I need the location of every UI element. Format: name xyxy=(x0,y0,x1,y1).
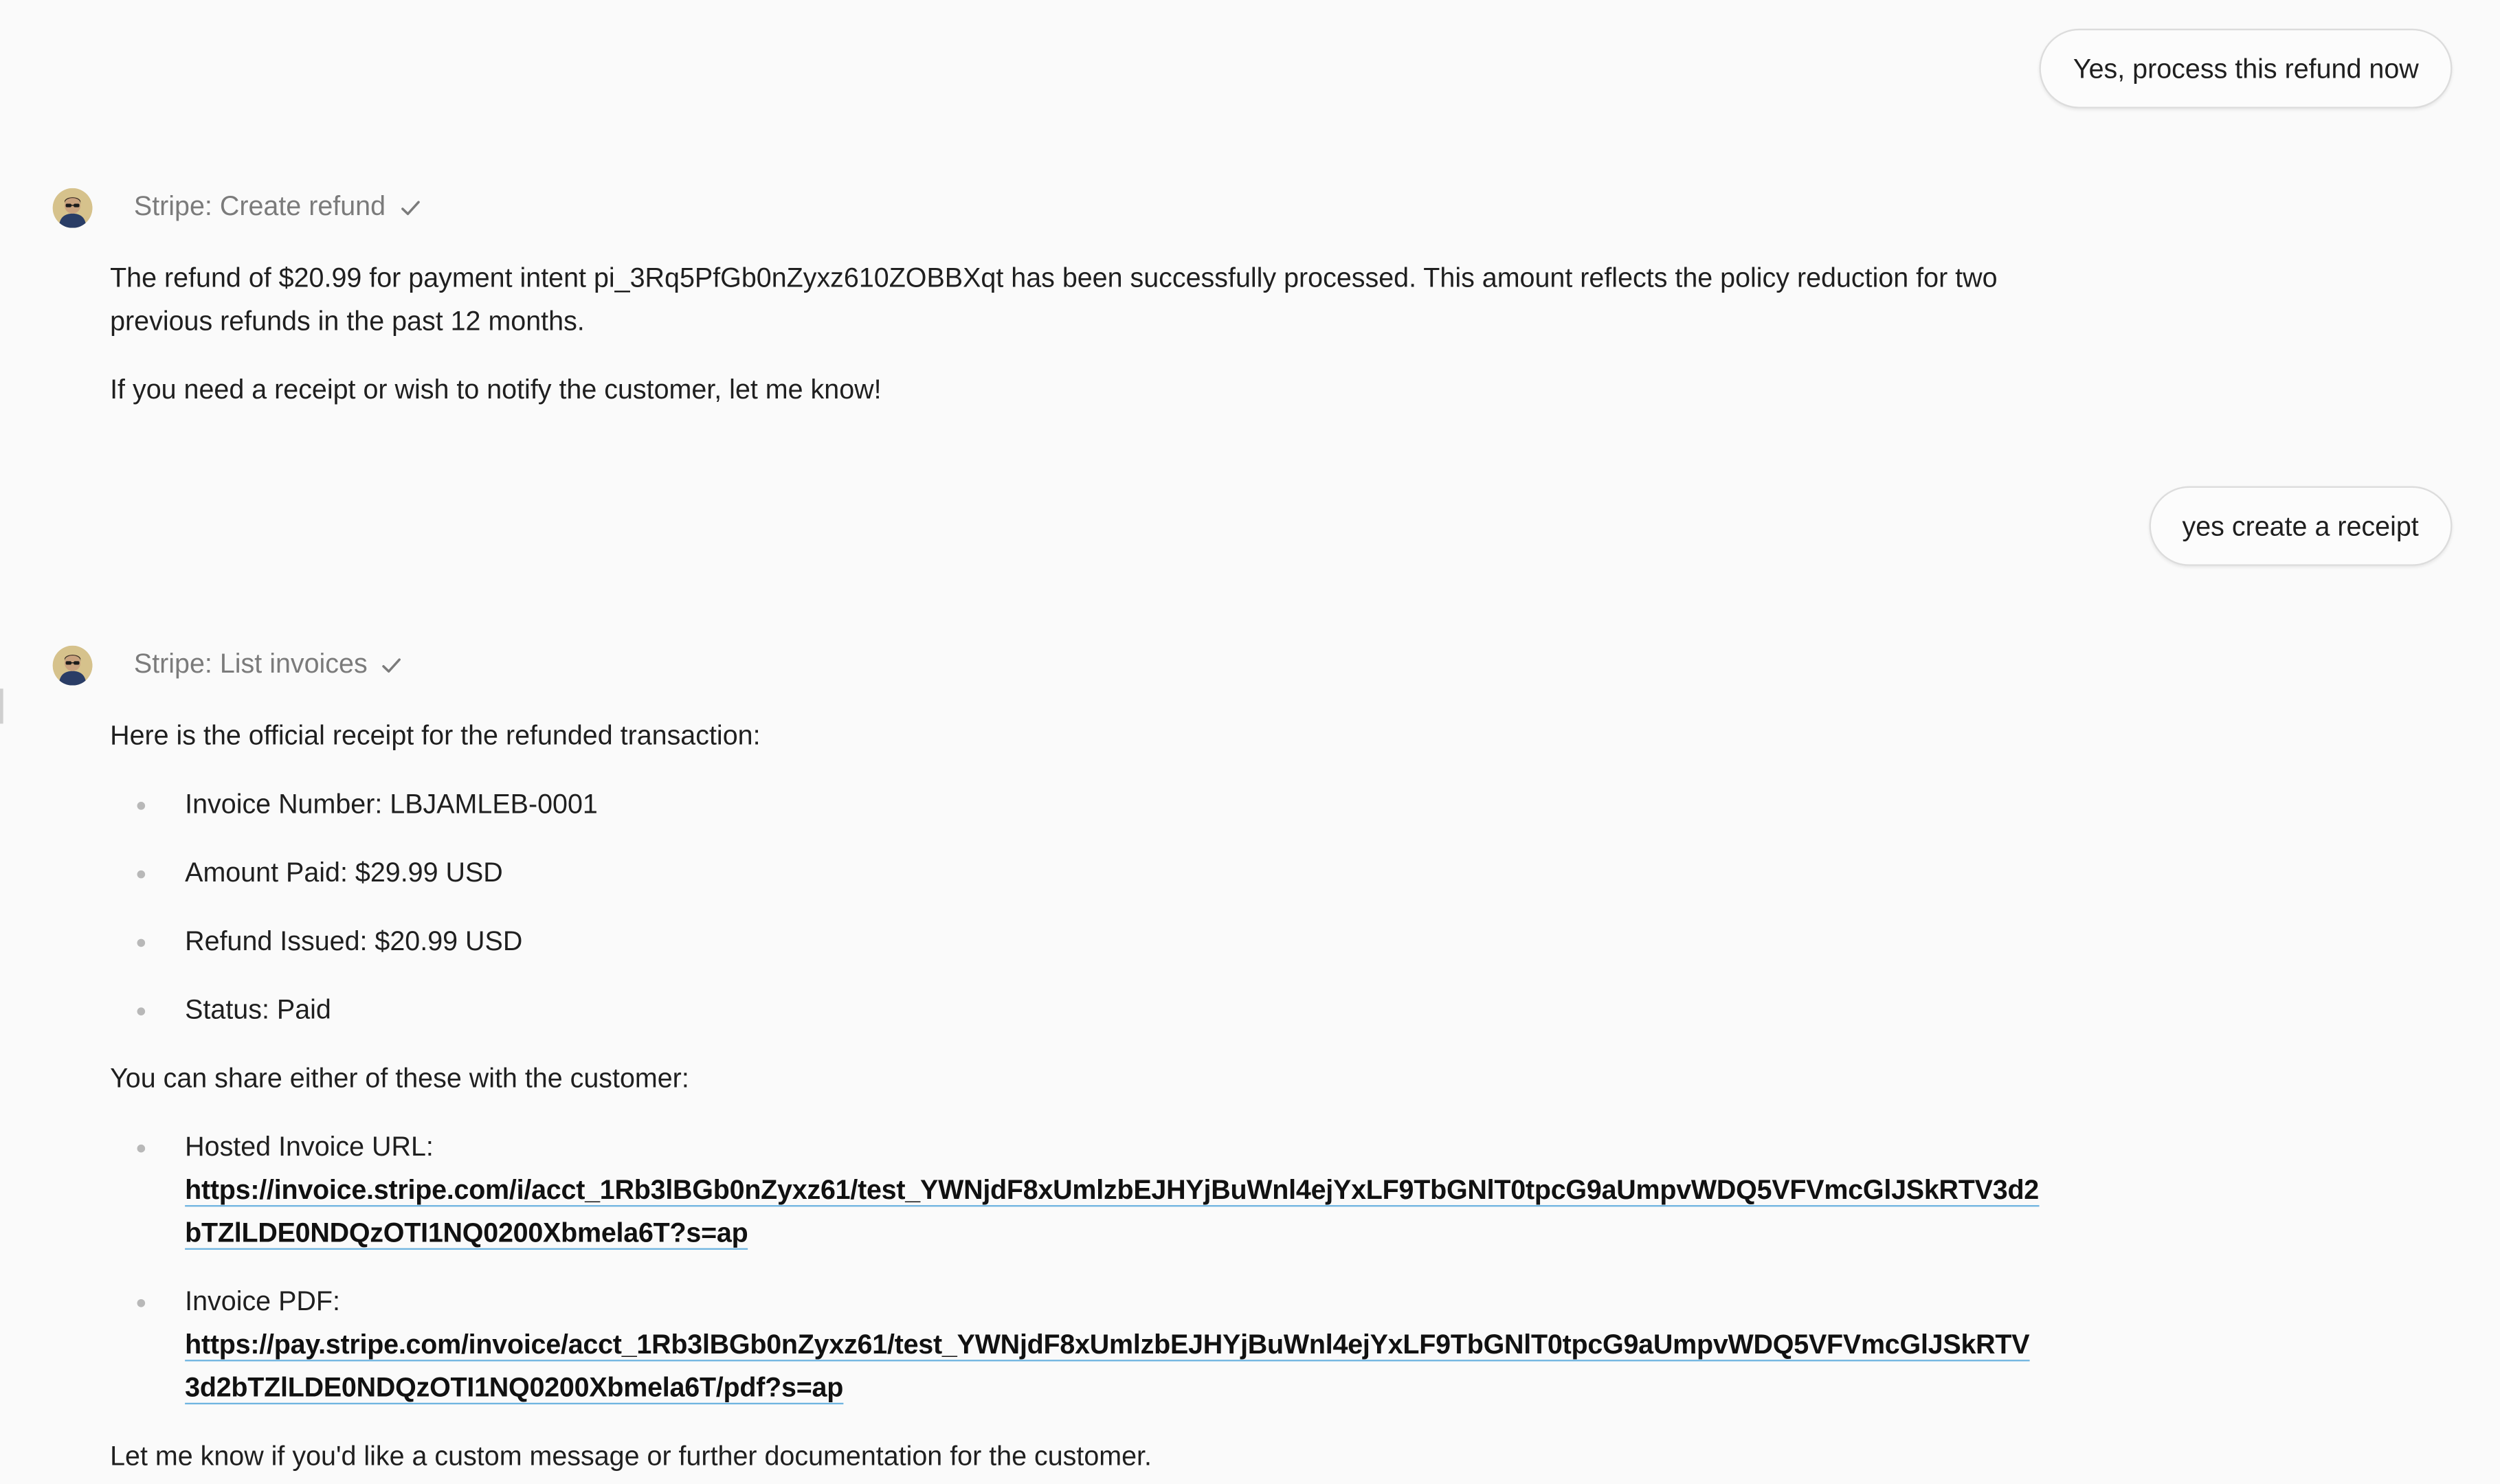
assistant-message: The refund of $20.99 for payment intent … xyxy=(110,257,2039,412)
user-message-text: yes create a receipt xyxy=(2182,511,2419,542)
bullet-icon xyxy=(137,870,146,879)
list-item: Invoice PDF: https://pay.stripe.com/invo… xyxy=(110,1280,2039,1409)
assistant-message: Here is the official receipt for the ref… xyxy=(110,714,2039,1477)
tool-call-header[interactable]: Stripe: Create refund xyxy=(52,186,421,227)
tool-call-header[interactable]: Stripe: List invoices xyxy=(52,644,403,685)
assistant-paragraph: If you need a receipt or wish to notify … xyxy=(110,374,882,405)
scrollbar-thumb[interactable] xyxy=(0,688,3,724)
bullet-icon xyxy=(137,1007,146,1015)
receipt-intro: Here is the official receipt for the ref… xyxy=(110,720,761,751)
link-label: Invoice PDF: xyxy=(185,1286,340,1317)
check-icon xyxy=(400,199,421,216)
user-message-bubble: Yes, process this refund now xyxy=(2040,28,2453,109)
receipt-status: Status: Paid xyxy=(185,994,331,1025)
assistant-avatar xyxy=(52,187,93,227)
receipt-details-list: Invoice Number: LBJAMLEB-0001 Amount Pai… xyxy=(110,783,2039,1031)
bullet-icon xyxy=(137,1298,146,1307)
share-links-list: Hosted Invoice URL: https://invoice.stri… xyxy=(110,1125,2039,1409)
bullet-icon xyxy=(137,802,146,810)
invoice-pdf-link[interactable]: https://pay.stripe.com/invoice/acct_1Rb3… xyxy=(185,1329,2030,1405)
list-item: Refund Issued: $20.99 USD xyxy=(110,920,2039,963)
user-message-text: Yes, process this refund now xyxy=(2073,54,2419,85)
closing-paragraph: Let me know if you'd like a custom messa… xyxy=(110,1441,1152,1472)
tool-call-label: Stripe: Create refund xyxy=(133,191,386,222)
receipt-invoice-number: Invoice Number: LBJAMLEB-0001 xyxy=(185,789,598,820)
list-item: Hosted Invoice URL: https://invoice.stri… xyxy=(110,1125,2039,1255)
assistant-avatar xyxy=(52,644,93,685)
receipt-amount-paid: Amount Paid: $29.99 USD xyxy=(185,857,503,888)
user-message-bubble: yes create a receipt xyxy=(2148,486,2453,566)
share-intro: You can share either of these with the c… xyxy=(110,1063,689,1094)
check-icon xyxy=(382,656,403,674)
tool-call-label: Stripe: List invoices xyxy=(133,649,368,679)
list-item: Status: Paid xyxy=(110,989,2039,1032)
bullet-icon xyxy=(137,938,146,947)
hosted-invoice-link[interactable]: https://invoice.stripe.com/i/acct_1Rb3lB… xyxy=(185,1174,2039,1250)
bullet-icon xyxy=(137,1144,146,1153)
chat-transcript: Yes, process this refund now Stripe: Cre… xyxy=(0,0,2500,1484)
link-label: Hosted Invoice URL: xyxy=(185,1132,434,1162)
list-item: Invoice Number: LBJAMLEB-0001 xyxy=(110,783,2039,826)
receipt-refund-issued: Refund Issued: $20.99 USD xyxy=(185,926,523,957)
assistant-paragraph: The refund of $20.99 for payment intent … xyxy=(110,262,1998,337)
list-item: Amount Paid: $29.99 USD xyxy=(110,851,2039,895)
